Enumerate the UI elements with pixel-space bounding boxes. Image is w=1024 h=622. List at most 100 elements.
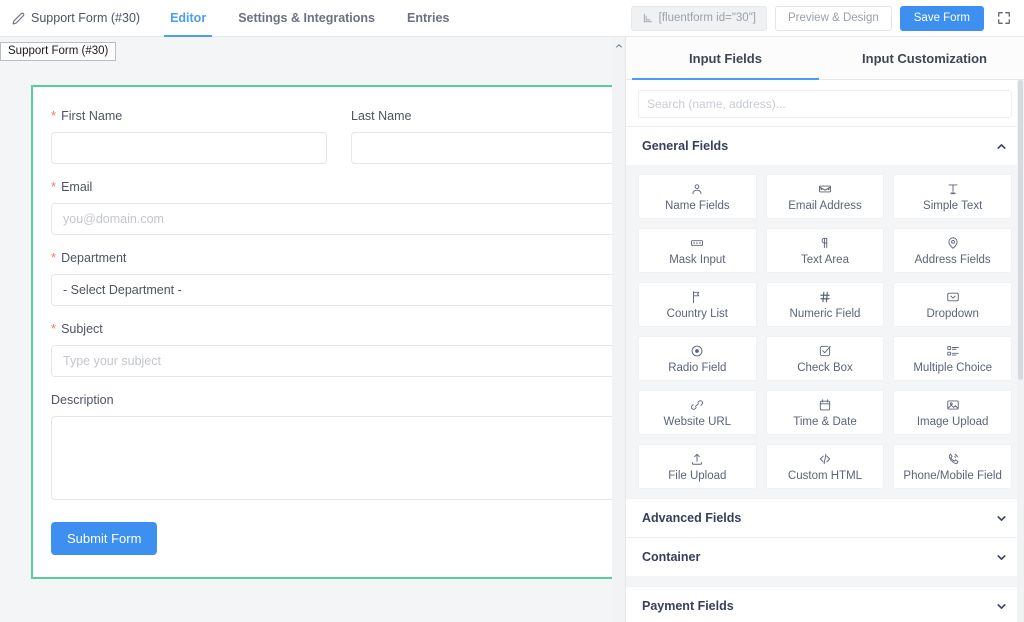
field-first-name[interactable]: * First Name [51, 109, 327, 164]
chevron-down-icon [995, 600, 1008, 613]
field-card-label: Dropdown [926, 307, 979, 320]
description-label: Description [51, 393, 612, 408]
panel-gap [626, 576, 1024, 586]
envelope-icon [818, 182, 832, 197]
chevron-down-icon [995, 512, 1008, 525]
department-select[interactable]: - Select Department - [51, 274, 612, 306]
field-card-phone-mobile-field[interactable]: Phone/Mobile Field [893, 444, 1012, 489]
field-card-label: Numeric Field [789, 307, 861, 320]
field-card-radio-field[interactable]: Radio Field [638, 336, 757, 381]
field-card-address-fields[interactable]: Address Fields [893, 228, 1012, 273]
department-label: * Department [51, 251, 612, 266]
pencil-icon [12, 12, 25, 25]
section-general-fields-header[interactable]: General Fields [626, 126, 1024, 165]
section-payment-fields-title: Payment Fields [642, 599, 734, 613]
section-advanced-fields-header[interactable]: Advanced Fields [626, 498, 1024, 537]
last-name-label-text: Last Name [351, 109, 412, 123]
field-department[interactable]: * Department - Select Department - [51, 251, 612, 306]
field-email[interactable]: * Email [51, 180, 612, 235]
field-card-country-list[interactable]: Country List [638, 282, 757, 327]
field-card-dropdown[interactable]: Dropdown [893, 282, 1012, 327]
panel-scrollbar-thumb[interactable] [1018, 80, 1023, 380]
department-label-text: Department [61, 251, 127, 265]
field-card-label: Image Upload [916, 415, 989, 428]
field-card-image-upload[interactable]: Image Upload [893, 390, 1012, 435]
field-card-custom-html[interactable]: Custom HTML [765, 444, 885, 489]
shortcode-box[interactable]: [fluentform id="30"] [630, 5, 767, 31]
paragraph-icon [818, 236, 832, 251]
description-textarea[interactable] [51, 416, 612, 500]
chevron-up-icon [995, 140, 1008, 153]
form-canvas: * First Name Last Name * Email you@domai… [0, 37, 612, 622]
field-card-text-area[interactable]: Text Area [765, 228, 885, 273]
tab-input-customization-label: Input Customization [862, 50, 987, 66]
field-card-time-date[interactable]: Time & Date [765, 390, 885, 435]
field-card-label: Address Fields [914, 253, 991, 266]
main-nav-tabs: Editor Settings & Integrations Entries [154, 0, 465, 37]
field-card-label: Radio Field [668, 361, 727, 374]
field-card-simple-text[interactable]: Simple Text [893, 174, 1012, 219]
field-card-file-upload[interactable]: File Upload [638, 444, 757, 489]
search-input[interactable] [638, 90, 1012, 118]
fullscreen-icon[interactable] [992, 6, 1016, 30]
subject-input[interactable] [51, 345, 612, 377]
field-palette-grid: Name Fields Email Address Simple Text Mask … [626, 165, 1024, 498]
tab-settings-integrations[interactable]: Settings & Integrations [222, 0, 391, 36]
tab-entries[interactable]: Entries [391, 0, 465, 36]
email-label-text: Email [61, 180, 93, 194]
field-card-label: Multiple Choice [913, 361, 992, 374]
field-card-name-fields[interactable]: Name Fields [638, 174, 757, 219]
flag-icon [690, 290, 704, 305]
save-form-button[interactable]: Save Form [899, 5, 984, 31]
field-card-multiple-choice[interactable]: Multiple Choice [893, 336, 1012, 381]
field-subject[interactable]: * Subject [51, 322, 612, 377]
field-card-label: Mask Input [669, 253, 726, 266]
field-card-numeric-field[interactable]: Numeric Field [765, 282, 885, 327]
subject-label: * Subject [51, 322, 612, 337]
last-name-input[interactable] [351, 132, 612, 164]
first-name-label-text: First Name [61, 109, 123, 123]
hash-icon [818, 290, 832, 305]
tab-input-fields[interactable]: Input Fields [626, 37, 825, 80]
section-general-fields: General Fields Name Fields Email Address S… [626, 126, 1024, 498]
tab-input-customization[interactable]: Input Customization [825, 37, 1024, 79]
image-icon [946, 398, 960, 413]
field-card-label: Time & Date [793, 415, 857, 428]
submit-form-button[interactable]: Submit Form [51, 522, 158, 555]
tab-editor-label: Editor [170, 11, 207, 25]
required-marker: * [51, 108, 57, 123]
first-name-input[interactable] [51, 132, 327, 164]
name-fields-row: * First Name Last Name [51, 109, 612, 180]
required-marker: * [51, 321, 57, 336]
preview-design-button[interactable]: Preview & Design [774, 5, 892, 31]
field-description[interactable]: Description [51, 393, 612, 500]
required-marker: * [51, 250, 57, 265]
section-payment-fields-header[interactable]: Payment Fields [626, 586, 1024, 622]
section-container-title: Container [642, 550, 701, 564]
field-card-mask-input[interactable]: Mask Input [638, 228, 757, 273]
calendar-icon [818, 398, 832, 413]
top-bar-actions: [fluentform id="30"] Preview & Design Sa… [630, 0, 1024, 36]
email-input[interactable] [51, 203, 612, 235]
first-name-label: * First Name [51, 109, 327, 124]
field-card-email-address[interactable]: Email Address [765, 174, 885, 219]
chevron-down-icon [995, 551, 1008, 564]
section-payment-fields: Payment Fields [626, 586, 1024, 622]
section-container-header[interactable]: Container [626, 537, 1024, 576]
panel-scrollbar[interactable] [1017, 80, 1024, 622]
status-tooltip: Support Form (#30) [0, 42, 117, 61]
right-panel: Input Fields Input Customization General… [626, 37, 1024, 622]
field-card-check-box[interactable]: Check Box [765, 336, 885, 381]
form-preview-card[interactable]: * First Name Last Name * Email you@domai… [31, 85, 612, 579]
shortcode-icon [642, 13, 653, 24]
tab-editor[interactable]: Editor [154, 0, 222, 37]
map-pin-icon [946, 236, 960, 251]
section-general-fields-title: General Fields [642, 139, 729, 153]
subject-label-text: Subject [61, 322, 103, 336]
field-card-website-url[interactable]: Website URL [638, 390, 757, 435]
field-last-name[interactable]: Last Name [351, 109, 612, 164]
scroll-up-icon[interactable] [612, 37, 626, 54]
mask-input-icon [690, 236, 704, 251]
email-label: * Email [51, 180, 612, 195]
section-container: Container [626, 537, 1024, 576]
